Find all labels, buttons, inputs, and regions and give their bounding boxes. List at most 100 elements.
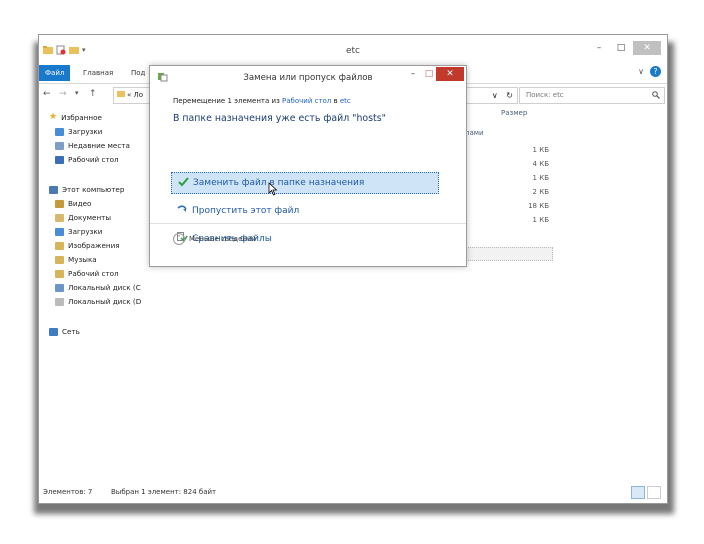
size-cell: 1 КБ — [532, 216, 549, 224]
dialog-title-bar: Замена или пропуск файлов – □ ✕ — [150, 66, 466, 88]
nav-pc-desktop[interactable]: Рабочий стол — [55, 267, 119, 280]
window-title: etc — [345, 46, 360, 56]
nav-favorites-label: Избранное — [61, 113, 102, 122]
size-cell: 1 КБ — [532, 174, 549, 182]
nav-favorites-downloads[interactable]: Загрузки — [55, 125, 102, 138]
replace-file-option[interactable]: Заменить файл в папке назначения — [171, 172, 439, 194]
selected-row-highlight — [459, 247, 553, 261]
window-controls: – □ ✕ — [589, 41, 661, 55]
tab-file[interactable]: Файл — [39, 65, 71, 81]
mouse-cursor-icon — [268, 182, 278, 198]
back-arrow-icon[interactable]: ← — [43, 89, 51, 99]
less-details-toggle[interactable]: ˄ Меньше сведений — [173, 233, 256, 245]
nav-documents[interactable]: Документы — [55, 211, 111, 224]
destination-folder-link[interactable]: etc — [340, 97, 351, 105]
tab-share[interactable]: Под — [125, 65, 151, 81]
nav-pictures[interactable]: Изображения — [55, 239, 120, 252]
source-folder-link[interactable]: Рабочий стол — [282, 97, 331, 105]
title-bar: ▾ etc – □ ✕ — [39, 35, 667, 63]
recent-locations-icon[interactable]: ▾ — [75, 89, 79, 97]
ribbon-collapse-icon[interactable]: ∨ — [638, 67, 644, 76]
downloads-icon — [55, 127, 64, 136]
network-icon — [49, 327, 58, 336]
documents-icon — [55, 213, 64, 222]
minimize-button[interactable]: – — [589, 41, 609, 55]
refresh-icon[interactable]: ↻ — [506, 91, 513, 100]
skip-arrow-icon — [177, 204, 188, 218]
column-header-size[interactable]: Размер — [501, 109, 527, 117]
nav-this-pc-label: Этот компьютер — [62, 185, 125, 194]
nav-item-label: Рабочий стол — [68, 155, 119, 164]
nav-item-label: Локальный диск (D — [68, 297, 142, 306]
close-button[interactable]: ✕ — [633, 41, 661, 55]
dialog-maximize-button[interactable]: □ — [422, 69, 436, 79]
nav-item-label: Музыка — [68, 255, 97, 264]
recent-places-icon — [55, 141, 64, 150]
desktop-icon — [55, 155, 64, 164]
chevron-up-icon: ˄ — [173, 233, 185, 245]
details-view-icon[interactable] — [631, 486, 645, 499]
pictures-icon — [55, 241, 64, 250]
search-icon[interactable] — [652, 88, 660, 104]
size-cell: 4 КБ — [532, 160, 549, 168]
nav-network-label: Сеть — [62, 327, 80, 336]
address-history-icon[interactable]: ∨ — [492, 91, 498, 100]
nav-item-label: Рабочий стол — [68, 269, 119, 278]
large-icons-view-icon[interactable] — [647, 486, 661, 499]
nav-favorites-desktop[interactable]: Рабочий стол — [55, 153, 119, 166]
search-input[interactable]: Поиск: etc — [519, 87, 665, 104]
navigation-pane: ★ Избранное Загрузки Недавние места Рабо… — [39, 107, 147, 487]
nav-item-label: Видео — [68, 199, 92, 208]
address-path: « Ло — [127, 91, 144, 99]
option-label: Пропустить этот файл — [192, 206, 300, 216]
size-cell: 1 КБ — [532, 146, 549, 154]
skip-file-option[interactable]: Пропустить этот файл — [171, 200, 439, 222]
drive-icon — [55, 297, 64, 306]
help-icon[interactable]: ? — [650, 66, 661, 77]
desktop-icon — [55, 269, 64, 278]
nav-pc-downloads[interactable]: Загрузки — [55, 225, 102, 238]
dialog-close-button[interactable]: ✕ — [436, 67, 464, 81]
size-cell: 18 КБ — [528, 202, 549, 210]
nav-recent-places[interactable]: Недавние места — [55, 139, 130, 152]
nav-local-disk-d[interactable]: Локальный диск (D — [55, 295, 141, 308]
nav-videos[interactable]: Видео — [55, 197, 91, 210]
folder-icon — [117, 91, 125, 97]
nav-favorites[interactable]: ★ Избранное — [49, 111, 102, 124]
nav-item-label: Изображения — [68, 241, 120, 250]
replace-or-skip-dialog: Замена или пропуск файлов – □ ✕ Перемеще… — [149, 65, 467, 267]
subtitle-prefix: Перемещение 1 элемента из — [173, 97, 283, 105]
ribbon-right-controls: ∨ ? — [638, 66, 661, 77]
dialog-separator — [150, 223, 466, 224]
item-count: Элементов: 7 — [43, 488, 93, 496]
option-label: Заменить файл в папке назначения — [193, 178, 365, 188]
view-toggles — [631, 486, 661, 499]
nav-item-label: Загрузки — [68, 227, 103, 236]
less-details-label: Меньше сведений — [189, 235, 257, 243]
up-arrow-icon[interactable]: ↑ — [89, 89, 97, 99]
nav-music[interactable]: Музыка — [55, 253, 97, 266]
nav-this-pc[interactable]: Этот компьютер — [49, 183, 124, 196]
dialog-minimize-button[interactable]: – — [406, 69, 420, 79]
search-placeholder: Поиск: etc — [526, 91, 564, 99]
tab-home[interactable]: Главная — [77, 65, 119, 81]
size-cell: 2 КБ — [532, 188, 549, 196]
drive-icon — [55, 283, 64, 292]
nav-network[interactable]: Сеть — [49, 325, 80, 338]
computer-icon — [49, 185, 58, 194]
address-field-tail: ∨ ↻ — [465, 87, 518, 104]
videos-icon — [55, 199, 64, 208]
forward-arrow-icon[interactable]: → — [59, 89, 67, 99]
dialog-subtitle: Перемещение 1 элемента из Рабочий стол в… — [173, 97, 351, 105]
music-icon — [55, 255, 64, 264]
nav-local-disk-c[interactable]: Локальный диск (C — [55, 281, 141, 294]
maximize-button[interactable]: □ — [611, 41, 631, 55]
selection-info: Выбран 1 элемент: 824 байт — [111, 488, 217, 496]
explorer-window: ▾ etc – □ ✕ Файл Главная Под ∨ ? ← → ▾ ↑ — [38, 34, 668, 504]
status-bar: Элементов: 7 Выбран 1 элемент: 824 байт — [39, 485, 667, 501]
dialog-heading: В папке назначения уже есть файл "hosts" — [173, 113, 386, 124]
screenshot-stage: ▾ etc – □ ✕ Файл Главная Под ∨ ? ← → ▾ ↑ — [0, 0, 704, 544]
nav-item-label: Загрузки — [68, 127, 103, 136]
star-icon: ★ — [49, 112, 58, 122]
nav-item-label: Локальный диск (C — [68, 283, 141, 292]
